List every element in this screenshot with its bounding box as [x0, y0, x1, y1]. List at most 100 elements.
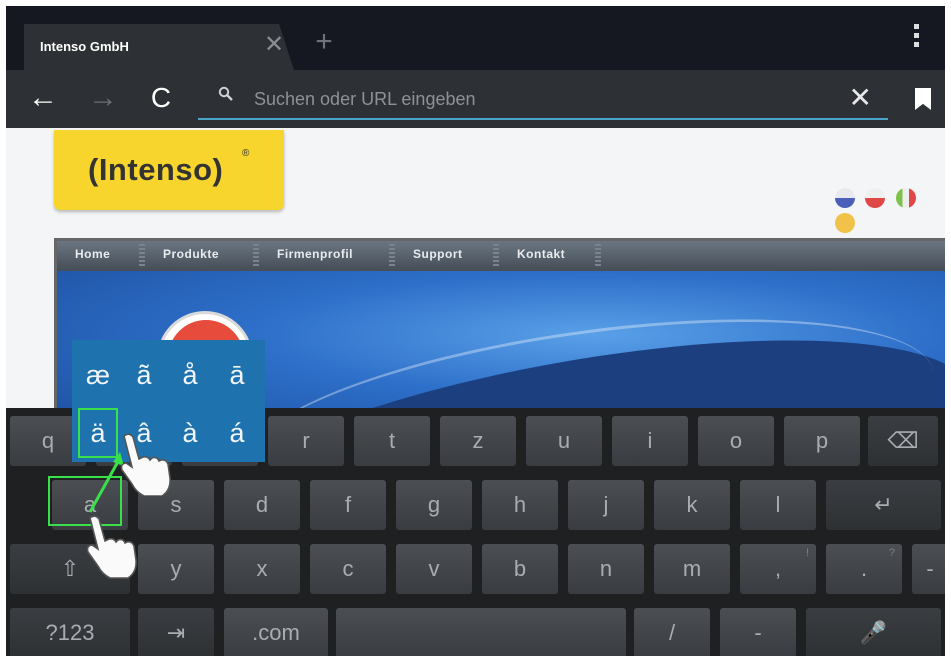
key-l[interactable]: l	[740, 480, 816, 530]
key-label: h	[513, 492, 527, 517]
key-f[interactable]: f	[310, 480, 386, 530]
backspace-key[interactable]: ⌫	[868, 416, 938, 466]
key-y[interactable]: y	[138, 544, 214, 594]
accent-key[interactable]: ã	[124, 350, 164, 400]
back-button[interactable]: ←	[24, 80, 62, 118]
browser-tab[interactable]: Intenso GmbH ✕	[24, 24, 294, 70]
key-label: n	[599, 556, 613, 581]
key-x[interactable]: x	[224, 544, 300, 594]
comma-key[interactable]: ,!	[740, 544, 816, 594]
nav-separator	[493, 244, 499, 268]
browser-toolbar: ← → C ✕	[6, 70, 945, 128]
dash-key[interactable]: -	[720, 608, 796, 656]
key-label: f	[344, 492, 352, 517]
key-h[interactable]: h	[482, 480, 558, 530]
key-label: u	[557, 428, 571, 453]
symbols-key[interactable]: ?123	[10, 608, 130, 656]
nav-support[interactable]: Support	[413, 247, 463, 261]
logo-registered-mark: ®	[242, 148, 250, 159]
intenso-logo[interactable]: (Intenso) ®	[54, 130, 284, 210]
nav-produkte[interactable]: Produkte	[163, 247, 219, 261]
url-input[interactable]	[254, 84, 814, 114]
url-bar[interactable]: ✕	[198, 80, 888, 120]
key-v[interactable]: v	[396, 544, 472, 594]
key-label: c	[342, 556, 354, 581]
banner-wave	[227, 283, 945, 416]
nav-home[interactable]: Home	[75, 247, 110, 261]
reload-button[interactable]: C	[142, 80, 180, 118]
key-j[interactable]: j	[568, 480, 644, 530]
key-label: l	[775, 492, 781, 517]
key-g[interactable]: g	[396, 480, 472, 530]
flag-icon[interactable]	[835, 188, 855, 208]
accent-key[interactable]: á	[217, 408, 257, 458]
nav-kontakt[interactable]: Kontakt	[517, 247, 565, 261]
slash-key[interactable]: /	[634, 608, 710, 656]
key-o[interactable]: o	[698, 416, 774, 466]
site-navbar: Home Produkte Firmenprofil Support Konta…	[57, 241, 945, 271]
nav-firmenprofil[interactable]: Firmenprofil	[277, 247, 353, 261]
key-z[interactable]: z	[440, 416, 516, 466]
key-r[interactable]: r	[268, 416, 344, 466]
key-b[interactable]: b	[482, 544, 558, 594]
key-label: ⌫	[887, 428, 919, 453]
forward-button[interactable]: →	[84, 80, 122, 118]
key-label: b	[513, 556, 527, 581]
key-u[interactable]: u	[526, 416, 602, 466]
flag-icon[interactable]	[895, 188, 916, 208]
key-label: p	[815, 428, 829, 453]
key-label: v	[428, 556, 440, 581]
accent-key[interactable]: å	[170, 350, 210, 400]
key-label: r	[302, 428, 310, 453]
key-hint: !	[805, 547, 809, 559]
nav-separator	[139, 244, 145, 268]
key-label: ?123	[45, 620, 95, 645]
key-i[interactable]: i	[612, 416, 688, 466]
key-label: z	[472, 428, 484, 453]
key-label: m	[682, 556, 702, 581]
flag-icon[interactable]	[835, 213, 855, 233]
tab-close-icon[interactable]: ✕	[264, 33, 284, 57]
menu-dots-icon[interactable]	[913, 24, 921, 50]
key-label: 🎤	[859, 620, 888, 645]
tab-bar: Intenso GmbH ✕ +	[6, 6, 945, 70]
microphone-icon[interactable]: 🎤	[806, 608, 941, 656]
hand-pointer-icon	[120, 433, 171, 496]
key-label: -	[754, 620, 762, 645]
key-label: .com	[252, 620, 300, 645]
key-label: y	[170, 556, 182, 581]
dash-key[interactable]: -	[912, 544, 945, 594]
key-label: -	[926, 556, 934, 581]
search-icon	[218, 86, 234, 107]
space-key[interactable]	[336, 608, 626, 656]
key-label: i	[647, 428, 653, 453]
key-label: q	[41, 428, 55, 453]
accent-key[interactable]: ā	[217, 350, 257, 400]
key-n[interactable]: n	[568, 544, 644, 594]
key-p[interactable]: p	[784, 416, 860, 466]
key-label: x	[256, 556, 268, 581]
tab-key[interactable]: ⇥	[138, 608, 214, 656]
key-label: j	[603, 492, 609, 517]
key-label: ↵	[874, 492, 893, 517]
key-hint: ?	[888, 547, 895, 559]
new-tab-icon[interactable]: +	[306, 26, 342, 62]
tab-title: Intenso GmbH	[40, 39, 129, 54]
key-label: k	[686, 492, 698, 517]
key-d[interactable]: d	[224, 480, 300, 530]
enter-key[interactable]: ↵	[826, 480, 941, 530]
nav-separator	[253, 244, 259, 268]
flag-icon[interactable]	[865, 188, 886, 208]
period-key[interactable]: .?	[826, 544, 902, 594]
key-k[interactable]: k	[654, 480, 730, 530]
key-t[interactable]: t	[354, 416, 430, 466]
key-c[interactable]: c	[310, 544, 386, 594]
language-flags	[835, 188, 945, 233]
hand-pointer-icon	[86, 515, 137, 579]
clear-url-icon[interactable]: ✕	[849, 82, 872, 114]
accent-key[interactable]: æ	[78, 350, 118, 400]
tablet-screen: Intenso GmbH ✕ + ← → C ✕ (Intenso) ®	[6, 6, 945, 656]
key-m[interactable]: m	[654, 544, 730, 594]
bookmark-icon[interactable]	[915, 88, 931, 110]
dotcom-key[interactable]: .com	[224, 608, 328, 656]
